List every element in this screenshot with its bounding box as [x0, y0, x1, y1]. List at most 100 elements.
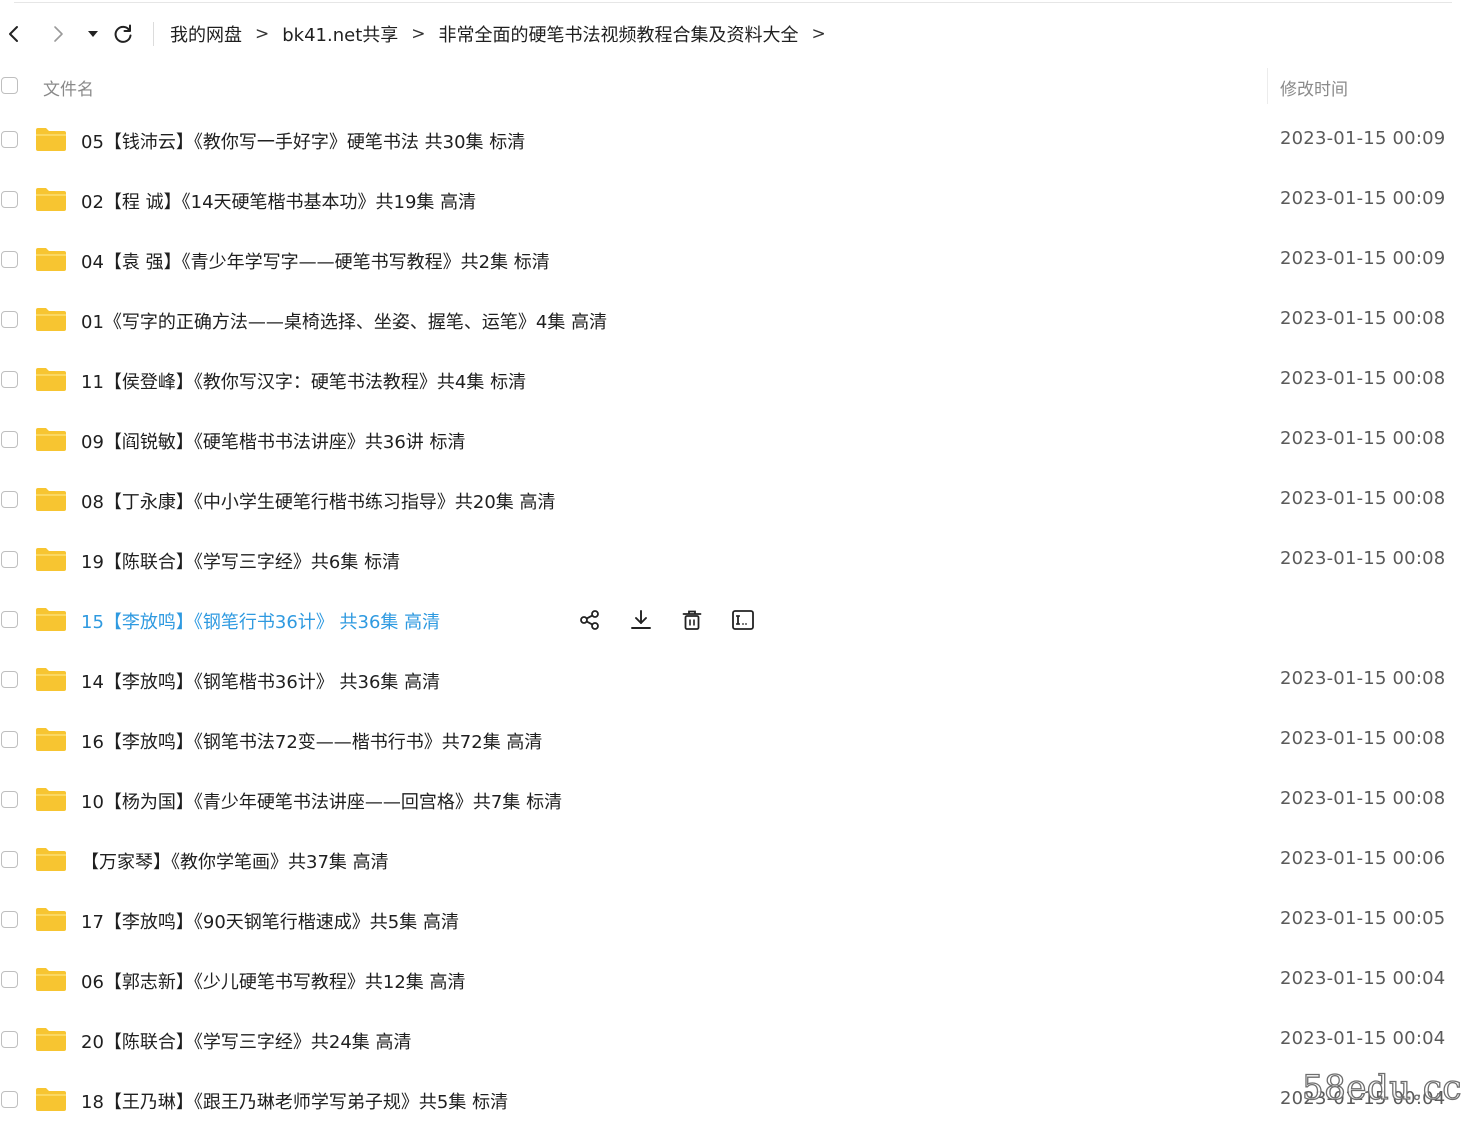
file-list: 05【钱沛云】《教你写一手好字》硬笔书法 共30集 标清 2023-01-15 0… — [0, 110, 1466, 1130]
back-button[interactable] — [0, 20, 28, 48]
modified-time: 2023-01-15 00:09 — [1280, 248, 1446, 269]
file-name[interactable]: 05【钱沛云】《教你写一手好字》硬笔书法 共30集 标清 — [81, 128, 525, 154]
row-checkbox[interactable] — [1, 1031, 18, 1048]
file-name[interactable]: 11【侯登峰】《教你写汉字：硬笔书法教程》共4集 标清 — [81, 368, 526, 394]
file-row[interactable]: 09【阎锐敏】《硬笔楷书书法讲座》共36讲 标清 2023-01-15 00:08 — [0, 410, 1466, 470]
row-checkbox[interactable] — [1, 1091, 18, 1108]
row-checkbox[interactable] — [1, 791, 18, 808]
rename-icon — [731, 609, 755, 631]
row-checkbox[interactable] — [1, 191, 18, 208]
file-row[interactable]: 14【李放鸣】《钢笔楷书36计》 共36集 高清 2023-01-15 00:08 — [0, 650, 1466, 710]
file-name[interactable]: 17【李放鸣】《90天钢笔行楷速成》共5集 高清 — [81, 908, 459, 934]
file-row[interactable]: 18【王乃琳】《跟王乃琳老师学写弟子规》共5集 标清 2023-01-15 00:… — [0, 1070, 1466, 1130]
modified-time: 2023-01-15 00:08 — [1280, 428, 1446, 449]
row-checkbox[interactable] — [1, 371, 18, 388]
rename-button[interactable] — [728, 605, 758, 635]
file-name[interactable]: 18【王乃琳】《跟王乃琳老师学写弟子规》共5集 标清 — [81, 1088, 508, 1114]
file-name[interactable]: 16【李放鸣】《钢笔书法72变——楷书行书》共72集 高清 — [81, 728, 542, 754]
file-row[interactable]: 【万家琴】《教你学笔画》共37集 高清 2023-01-15 00:06 — [0, 830, 1466, 890]
file-name[interactable]: 01《写字的正确方法——桌椅选择、坐姿、握笔、运笔》4集 高清 — [81, 308, 607, 334]
breadcrumb-item[interactable]: 我的网盘 — [170, 21, 242, 47]
breadcrumb-separator: > — [811, 24, 826, 44]
folder-icon[interactable] — [35, 486, 67, 512]
file-name[interactable]: 20【陈联合】《学写三字经》共24集 高清 — [81, 1028, 412, 1054]
share-icon — [579, 609, 601, 631]
file-name[interactable]: 09【阎锐敏】《硬笔楷书书法讲座》共36讲 标清 — [81, 428, 466, 454]
share-button[interactable] — [575, 605, 605, 635]
download-button[interactable] — [626, 605, 656, 635]
row-checkbox[interactable] — [1, 431, 18, 448]
row-checkbox[interactable] — [1, 971, 18, 988]
row-checkbox[interactable] — [1, 251, 18, 268]
breadcrumb-item[interactable]: bk41.net共享 — [282, 21, 398, 47]
toolbar-divider — [153, 22, 154, 46]
file-row[interactable]: 04【袁 强】《青少年学写字——硬笔书写教程》共2集 标清 2023-01-15 … — [0, 230, 1466, 290]
modified-time: 2023-01-15 00:08 — [1280, 368, 1446, 389]
folder-icon[interactable] — [35, 246, 67, 272]
folder-icon[interactable] — [35, 1086, 67, 1112]
folder-icon[interactable] — [35, 126, 67, 152]
column-header-modified[interactable]: 修改时间 — [1280, 75, 1348, 100]
file-row[interactable]: 16【李放鸣】《钢笔书法72变——楷书行书》共72集 高清 2023-01-15 … — [0, 710, 1466, 770]
chevron-right-icon — [54, 26, 63, 42]
file-row[interactable]: 17【李放鸣】《90天钢笔行楷速成》共5集 高清 2023-01-15 00:05 — [0, 890, 1466, 950]
folder-icon[interactable] — [35, 1026, 67, 1052]
folder-icon[interactable] — [35, 606, 67, 632]
folder-icon[interactable] — [35, 186, 67, 212]
row-checkbox[interactable] — [1, 551, 18, 568]
file-row[interactable]: 06【郭志新】《少儿硬笔书写教程》共12集 高清 2023-01-15 00:04 — [0, 950, 1466, 1010]
folder-icon[interactable] — [35, 426, 67, 452]
file-row[interactable]: 15【李放鸣】《钢笔行书36计》 共36集 高清 — [0, 590, 1466, 650]
file-name[interactable]: 04【袁 强】《青少年学写字——硬笔书写教程》共2集 标清 — [81, 248, 550, 274]
modified-time: 2023-01-15 00:08 — [1280, 788, 1446, 809]
row-checkbox[interactable] — [1, 671, 18, 688]
file-row[interactable]: 10【杨为国】《青少年硬笔书法讲座——回宫格》共7集 标清 2023-01-15 … — [0, 770, 1466, 830]
file-name[interactable]: 08【丁永康】《中小学生硬笔行楷书练习指导》共20集 高清 — [81, 488, 556, 514]
row-checkbox[interactable] — [1, 731, 18, 748]
modified-time: 2023-01-15 00:06 — [1280, 848, 1446, 869]
column-divider[interactable] — [1267, 68, 1268, 104]
row-checkbox[interactable] — [1, 311, 18, 328]
refresh-button[interactable] — [109, 20, 137, 48]
file-row[interactable]: 08【丁永康】《中小学生硬笔行楷书练习指导》共20集 高清 2023-01-15 … — [0, 470, 1466, 530]
row-checkbox[interactable] — [1, 911, 18, 928]
file-row[interactable]: 20【陈联合】《学写三字经》共24集 高清 2023-01-15 00:04 — [0, 1010, 1466, 1070]
file-row[interactable]: 11【侯登峰】《教你写汉字：硬笔书法教程》共4集 标清 2023-01-15 00… — [0, 350, 1466, 410]
file-row[interactable]: 19【陈联合】《学写三字经》共6集 标清 2023-01-15 00:08 — [0, 530, 1466, 590]
breadcrumb: 我的网盘 > bk41.net共享 > 非常全面的硬笔书法视频教程合集及资料大全… — [170, 20, 839, 48]
folder-icon[interactable] — [35, 366, 67, 392]
file-name[interactable]: 06【郭志新】《少儿硬笔书写教程》共12集 高清 — [81, 968, 466, 994]
file-row[interactable]: 01《写字的正确方法——桌椅选择、坐姿、握笔、运笔》4集 高清 2023-01-1… — [0, 290, 1466, 350]
chevron-left-icon — [9, 26, 18, 42]
folder-icon[interactable] — [35, 546, 67, 572]
history-dropdown-button[interactable] — [79, 20, 107, 48]
folder-icon[interactable] — [35, 966, 67, 992]
file-name[interactable]: 02【程 诚】《14天硬笔楷书基本功》共19集 高清 — [81, 188, 476, 214]
folder-icon[interactable] — [35, 726, 67, 752]
column-header-name[interactable]: 文件名 — [43, 75, 94, 100]
file-name[interactable]: 14【李放鸣】《钢笔楷书36计》 共36集 高清 — [81, 668, 440, 694]
delete-icon — [681, 609, 703, 631]
folder-icon[interactable] — [35, 666, 67, 692]
file-name[interactable]: 【万家琴】《教你学笔画》共37集 高清 — [81, 848, 389, 874]
row-checkbox[interactable] — [1, 611, 18, 628]
folder-icon[interactable] — [35, 786, 67, 812]
file-name[interactable]: 15【李放鸣】《钢笔行书36计》 共36集 高清 — [81, 608, 440, 634]
file-name[interactable]: 10【杨为国】《青少年硬笔书法讲座——回宫格》共7集 标清 — [81, 788, 562, 814]
breadcrumb-separator: > — [255, 24, 270, 44]
row-checkbox[interactable] — [1, 851, 18, 868]
breadcrumb-item-current[interactable]: 非常全面的硬笔书法视频教程合集及资料大全 — [439, 21, 799, 47]
row-checkbox[interactable] — [1, 491, 18, 508]
folder-icon[interactable] — [35, 906, 67, 932]
select-all-checkbox[interactable] — [1, 77, 18, 94]
folder-icon[interactable] — [35, 306, 67, 332]
row-checkbox[interactable] — [1, 131, 18, 148]
folder-icon[interactable] — [35, 846, 67, 872]
forward-button[interactable] — [44, 20, 72, 48]
modified-time: 2023-01-15 00:05 — [1280, 908, 1446, 929]
file-row[interactable]: 05【钱沛云】《教你写一手好字》硬笔书法 共30集 标清 2023-01-15 0… — [0, 110, 1466, 170]
modified-time: 2023-01-15 00:08 — [1280, 728, 1446, 749]
delete-button[interactable] — [677, 605, 707, 635]
file-row[interactable]: 02【程 诚】《14天硬笔楷书基本功》共19集 高清 2023-01-15 00:… — [0, 170, 1466, 230]
file-name[interactable]: 19【陈联合】《学写三字经》共6集 标清 — [81, 548, 400, 574]
